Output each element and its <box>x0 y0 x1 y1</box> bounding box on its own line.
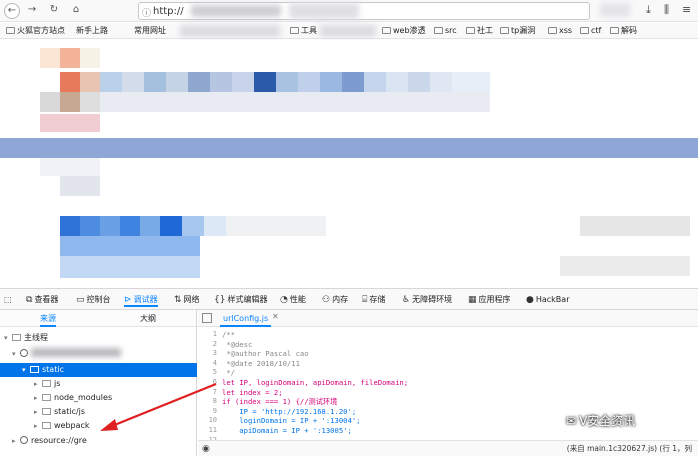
watermark: ✉ V安全资讯 <box>566 414 636 428</box>
wechat-icon: ✉ <box>566 414 577 428</box>
annotation-arrow <box>100 382 217 431</box>
arrow-line <box>111 382 217 428</box>
arrowhead <box>100 419 118 431</box>
